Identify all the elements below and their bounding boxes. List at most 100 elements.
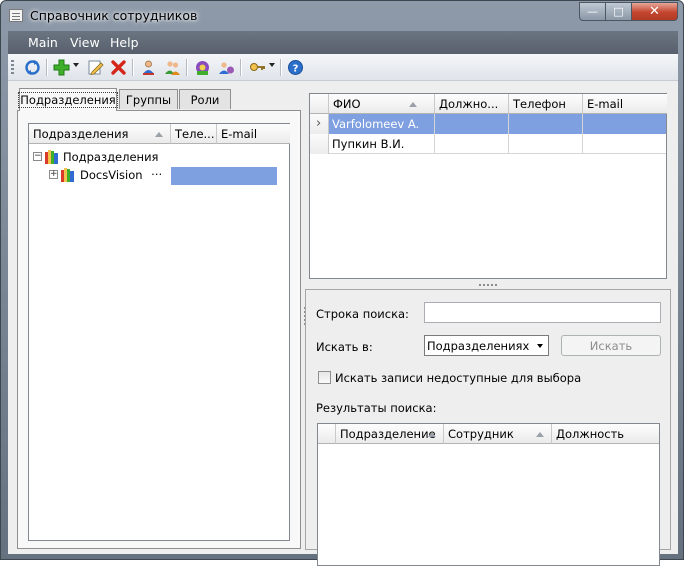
sort-arrow-icon <box>155 132 163 137</box>
table-row[interactable]: Пупкин В.И. <box>310 134 666 154</box>
edit-icon[interactable] <box>86 58 104 76</box>
column-header-email[interactable]: E-mail <box>583 94 667 114</box>
column-header-label: ФИО <box>333 97 361 111</box>
svg-text:?: ? <box>292 63 298 74</box>
column-header-label: Сотрудник <box>448 427 514 441</box>
tab-departments[interactable]: Подразделения <box>18 88 118 111</box>
close-button[interactable]: ✕ <box>632 2 678 21</box>
search-button[interactable]: Искать <box>561 335 661 356</box>
add-dropdown-arrow[interactable] <box>73 63 79 67</box>
employees-panel: ФИО Должно... Телефон E-mail › Varfolome… <box>309 93 667 279</box>
toolbar-separator <box>46 59 47 76</box>
column-header-position[interactable]: Должность <box>552 424 659 444</box>
column-header-employee[interactable]: Сотрудник <box>444 424 552 444</box>
employee-phone-cell[interactable] <box>509 134 583 154</box>
column-header-phone[interactable]: Теле... <box>171 124 217 144</box>
search-scope-value: Подразделениях <box>427 339 530 353</box>
row-indicator-icon: › <box>310 114 329 134</box>
search-panel: Строка поиска: Искать в: Подразделениях … <box>305 289 671 566</box>
ellipsis-icon[interactable]: ⋯ <box>151 167 163 181</box>
employee-position-cell[interactable] <box>435 134 509 154</box>
sort-arrow-icon <box>428 432 436 437</box>
window-title: Справочник сотрудников <box>30 8 198 23</box>
title-bar[interactable]: Справочник сотрудников — □ ✕ <box>1 1 684 31</box>
employee-position-cell[interactable] <box>435 114 509 134</box>
tree-node-label: Подразделения <box>63 150 159 164</box>
column-header-departments[interactable]: Подразделения <box>29 124 171 144</box>
maximize-button[interactable]: □ <box>606 2 632 21</box>
column-header-phone[interactable]: Телефон <box>509 94 583 114</box>
menu-view[interactable]: View <box>70 35 100 50</box>
sort-arrow-icon <box>409 102 417 107</box>
minimize-button[interactable]: — <box>579 2 606 21</box>
group-icon[interactable] <box>193 58 211 76</box>
expand-icon[interactable]: + <box>49 170 58 179</box>
folder-books-icon <box>43 149 61 168</box>
search-results-label: Результаты поиска: <box>316 401 437 415</box>
departments-tree-grid[interactable]: Подразделения Теле... E-mail − Подраздел… <box>28 123 290 541</box>
collapse-icon[interactable]: − <box>33 152 42 161</box>
toolbar-separator <box>132 59 133 76</box>
search-results-grid[interactable]: Подразделение Сотрудник Должность <box>317 423 660 566</box>
refresh-icon[interactable] <box>23 58 41 76</box>
left-pane: Подразделения Группы Роли Подразделения … <box>17 88 301 549</box>
toolbar-separator <box>240 59 241 76</box>
tab-label: Группы <box>125 92 172 107</box>
search-scope-label: Искать в: <box>316 340 373 354</box>
column-header-name[interactable]: ФИО <box>329 94 435 114</box>
horizontal-splitter[interactable] <box>309 283 667 287</box>
main-window: Справочник сотрудников — □ ✕ Main View H… <box>0 0 684 566</box>
users-icon[interactable] <box>163 58 181 76</box>
employee-phone-cell[interactable] <box>509 114 583 134</box>
table-row[interactable]: › Varfolomeev A. <box>310 114 666 134</box>
user-icon[interactable] <box>139 58 157 76</box>
add-icon[interactable] <box>52 58 70 76</box>
employee-name-cell[interactable]: Пупкин В.И. <box>329 134 435 154</box>
column-header-label: Подразделение <box>340 427 436 441</box>
tab-roles[interactable]: Роли <box>179 89 231 109</box>
row-indicator-icon <box>310 134 329 154</box>
include-unavailable-checkbox[interactable] <box>318 371 331 384</box>
role-icon[interactable] <box>217 58 235 76</box>
column-header-email[interactable]: E-mail <box>217 124 290 144</box>
column-header-label: Должность <box>556 427 625 441</box>
toolbar-separator <box>280 59 281 76</box>
tab-label: Роли <box>190 92 220 107</box>
key-dropdown-arrow[interactable] <box>269 63 275 67</box>
column-header-label: E-mail <box>587 97 624 111</box>
column-header-department[interactable]: Подразделение <box>336 424 444 444</box>
delete-icon[interactable] <box>109 58 127 76</box>
column-header-position[interactable]: Должно... <box>435 94 509 114</box>
selected-cell-highlight <box>171 167 277 185</box>
toolbar-grip[interactable] <box>11 60 14 75</box>
toolbar: ? <box>8 54 678 81</box>
tab-groups[interactable]: Группы <box>119 89 178 109</box>
employee-email-cell[interactable] <box>583 134 666 154</box>
window-app-icon[interactable] <box>9 9 23 22</box>
row-indicator-header <box>310 94 329 114</box>
tree-node-root[interactable]: − Подразделения <box>33 149 283 167</box>
tree-node-label: DocsVision <box>80 168 143 182</box>
search-scope-select[interactable]: Подразделениях <box>424 335 549 356</box>
sort-arrow-icon <box>536 432 544 437</box>
menu-main[interactable]: Main <box>28 35 58 50</box>
folder-books-icon <box>59 167 77 186</box>
search-query-label: Строка поиска: <box>316 307 409 321</box>
menu-help[interactable]: Help <box>110 35 139 50</box>
key-icon[interactable] <box>248 58 266 76</box>
chevron-down-icon <box>537 344 543 348</box>
column-header-label: E-mail <box>221 127 258 141</box>
employee-name-cell[interactable]: Varfolomeev A. <box>329 114 435 134</box>
row-indicator-header <box>318 424 336 444</box>
column-header-label: Подразделения <box>33 127 129 141</box>
include-unavailable-label[interactable]: Искать записи недоступные для выбора <box>335 371 581 385</box>
client-area: Main View Help ? Подразделения Группы Ро… <box>8 31 678 566</box>
employee-email-cell[interactable] <box>583 114 666 134</box>
column-header-label: Теле... <box>175 127 215 141</box>
help-icon[interactable]: ? <box>286 58 304 76</box>
menu-bar: Main View Help <box>8 31 678 54</box>
employees-grid[interactable]: ФИО Должно... Телефон E-mail › Varfolome… <box>309 93 667 279</box>
tab-label: Подразделения <box>18 92 118 108</box>
search-query-input[interactable] <box>424 302 661 323</box>
window-controls: — □ ✕ <box>579 2 678 21</box>
